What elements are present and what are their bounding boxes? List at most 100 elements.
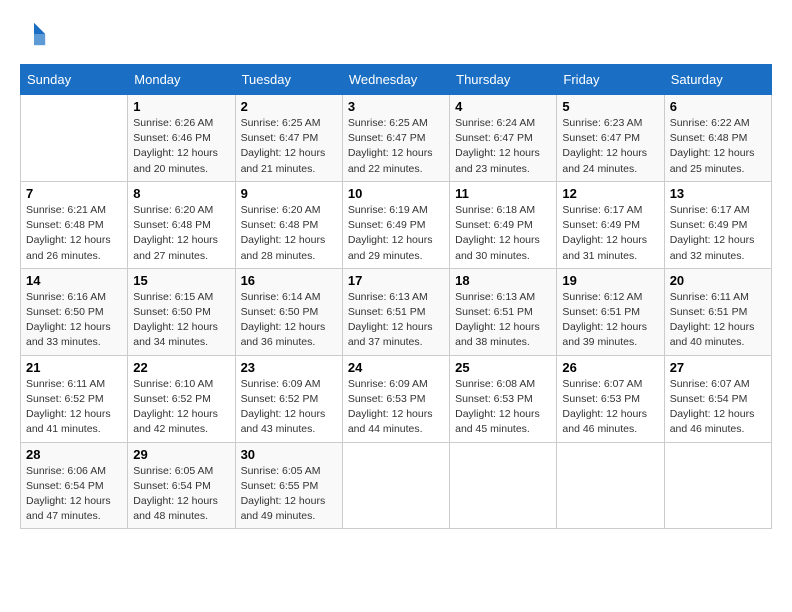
day-number: 30 bbox=[241, 447, 337, 462]
calendar-cell: 13 Sunrise: 6:17 AMSunset: 6:49 PMDayligh… bbox=[664, 181, 771, 268]
week-row-3: 14 Sunrise: 6:16 AMSunset: 6:50 PMDayligh… bbox=[21, 268, 772, 355]
day-info: Sunrise: 6:16 AMSunset: 6:50 PMDaylight:… bbox=[26, 290, 122, 351]
calendar-cell: 3 Sunrise: 6:25 AMSunset: 6:47 PMDaylight… bbox=[342, 95, 449, 182]
day-info: Sunrise: 6:11 AMSunset: 6:51 PMDaylight:… bbox=[670, 290, 766, 351]
calendar-cell: 26Sunrise: 6:07 AMSunset: 6:53 PMDayligh… bbox=[557, 355, 664, 442]
day-info: Sunrise: 6:25 AMSunset: 6:47 PMDaylight:… bbox=[241, 116, 337, 177]
day-info: Sunrise: 6:22 AMSunset: 6:48 PMDaylight:… bbox=[670, 116, 766, 177]
calendar-cell: 15 Sunrise: 6:15 AMSunset: 6:50 PMDayligh… bbox=[128, 268, 235, 355]
day-info: Sunrise: 6:25 AMSunset: 6:47 PMDaylight:… bbox=[348, 116, 444, 177]
calendar-cell: 12Sunrise: 6:17 AMSunset: 6:49 PMDayligh… bbox=[557, 181, 664, 268]
day-number: 10 bbox=[348, 186, 444, 201]
column-header-friday: Friday bbox=[557, 65, 664, 95]
calendar-cell bbox=[664, 442, 771, 529]
day-number: 4 bbox=[455, 99, 551, 114]
calendar-cell: 17 Sunrise: 6:13 AMSunset: 6:51 PMDayligh… bbox=[342, 268, 449, 355]
day-info: Sunrise: 6:07 AMSunset: 6:53 PMDaylight:… bbox=[562, 377, 658, 438]
week-row-4: 21 Sunrise: 6:11 AMSunset: 6:52 PMDayligh… bbox=[21, 355, 772, 442]
header-row: SundayMondayTuesdayWednesdayThursdayFrid… bbox=[21, 65, 772, 95]
day-number: 16 bbox=[241, 273, 337, 288]
day-info: Sunrise: 6:17 AMSunset: 6:49 PMDaylight:… bbox=[562, 203, 658, 264]
day-info: Sunrise: 6:17 AMSunset: 6:49 PMDaylight:… bbox=[670, 203, 766, 264]
calendar-cell: 4 Sunrise: 6:24 AMSunset: 6:47 PMDaylight… bbox=[450, 95, 557, 182]
calendar-cell bbox=[557, 442, 664, 529]
column-header-monday: Monday bbox=[128, 65, 235, 95]
day-number: 14 bbox=[26, 273, 122, 288]
logo-icon bbox=[20, 20, 48, 48]
day-number: 17 bbox=[348, 273, 444, 288]
day-info: Sunrise: 6:09 AMSunset: 6:53 PMDaylight:… bbox=[348, 377, 444, 438]
day-number: 28 bbox=[26, 447, 122, 462]
day-number: 21 bbox=[26, 360, 122, 375]
day-info: Sunrise: 6:20 AMSunset: 6:48 PMDaylight:… bbox=[241, 203, 337, 264]
calendar-cell: 23 Sunrise: 6:09 AMSunset: 6:52 PMDayligh… bbox=[235, 355, 342, 442]
day-number: 13 bbox=[670, 186, 766, 201]
calendar-cell: 1 Sunrise: 6:26 AMSunset: 6:46 PMDaylight… bbox=[128, 95, 235, 182]
calendar-cell: 11 Sunrise: 6:18 AMSunset: 6:49 PMDayligh… bbox=[450, 181, 557, 268]
day-info: Sunrise: 6:09 AMSunset: 6:52 PMDaylight:… bbox=[241, 377, 337, 438]
calendar-cell: 14 Sunrise: 6:16 AMSunset: 6:50 PMDayligh… bbox=[21, 268, 128, 355]
day-info: Sunrise: 6:13 AMSunset: 6:51 PMDaylight:… bbox=[348, 290, 444, 351]
calendar-cell bbox=[21, 95, 128, 182]
calendar-cell: 6 Sunrise: 6:22 AMSunset: 6:48 PMDaylight… bbox=[664, 95, 771, 182]
calendar-cell: 20 Sunrise: 6:11 AMSunset: 6:51 PMDayligh… bbox=[664, 268, 771, 355]
day-number: 20 bbox=[670, 273, 766, 288]
calendar-table: SundayMondayTuesdayWednesdayThursdayFrid… bbox=[20, 64, 772, 529]
day-number: 23 bbox=[241, 360, 337, 375]
day-info: Sunrise: 6:05 AMSunset: 6:55 PMDaylight:… bbox=[241, 464, 337, 525]
week-row-1: 1 Sunrise: 6:26 AMSunset: 6:46 PMDaylight… bbox=[21, 95, 772, 182]
calendar-cell: 24Sunrise: 6:09 AMSunset: 6:53 PMDayligh… bbox=[342, 355, 449, 442]
logo bbox=[20, 20, 52, 48]
calendar-cell: 10 Sunrise: 6:19 AMSunset: 6:49 PMDayligh… bbox=[342, 181, 449, 268]
page-header bbox=[20, 20, 772, 48]
day-info: Sunrise: 6:13 AMSunset: 6:51 PMDaylight:… bbox=[455, 290, 551, 351]
week-row-5: 28 Sunrise: 6:06 AMSunset: 6:54 PMDayligh… bbox=[21, 442, 772, 529]
day-number: 29 bbox=[133, 447, 229, 462]
day-info: Sunrise: 6:11 AMSunset: 6:52 PMDaylight:… bbox=[26, 377, 122, 438]
calendar-cell bbox=[450, 442, 557, 529]
day-number: 6 bbox=[670, 99, 766, 114]
calendar-cell: 29Sunrise: 6:05 AMSunset: 6:54 PMDayligh… bbox=[128, 442, 235, 529]
day-info: Sunrise: 6:15 AMSunset: 6:50 PMDaylight:… bbox=[133, 290, 229, 351]
day-number: 3 bbox=[348, 99, 444, 114]
day-info: Sunrise: 6:26 AMSunset: 6:46 PMDaylight:… bbox=[133, 116, 229, 177]
day-number: 15 bbox=[133, 273, 229, 288]
day-number: 25 bbox=[455, 360, 551, 375]
calendar-cell: 28 Sunrise: 6:06 AMSunset: 6:54 PMDayligh… bbox=[21, 442, 128, 529]
day-info: Sunrise: 6:19 AMSunset: 6:49 PMDaylight:… bbox=[348, 203, 444, 264]
day-number: 22 bbox=[133, 360, 229, 375]
calendar-cell: 5Sunrise: 6:23 AMSunset: 6:47 PMDaylight… bbox=[557, 95, 664, 182]
day-info: Sunrise: 6:24 AMSunset: 6:47 PMDaylight:… bbox=[455, 116, 551, 177]
day-number: 5 bbox=[562, 99, 658, 114]
week-row-2: 7 Sunrise: 6:21 AMSunset: 6:48 PMDaylight… bbox=[21, 181, 772, 268]
calendar-cell: 8 Sunrise: 6:20 AMSunset: 6:48 PMDaylight… bbox=[128, 181, 235, 268]
column-header-thursday: Thursday bbox=[450, 65, 557, 95]
day-info: Sunrise: 6:21 AMSunset: 6:48 PMDaylight:… bbox=[26, 203, 122, 264]
day-info: Sunrise: 6:06 AMSunset: 6:54 PMDaylight:… bbox=[26, 464, 122, 525]
calendar-cell: 30 Sunrise: 6:05 AMSunset: 6:55 PMDayligh… bbox=[235, 442, 342, 529]
column-header-tuesday: Tuesday bbox=[235, 65, 342, 95]
day-number: 19 bbox=[562, 273, 658, 288]
calendar-body: 1 Sunrise: 6:26 AMSunset: 6:46 PMDaylight… bbox=[21, 95, 772, 529]
calendar-cell: 2 Sunrise: 6:25 AMSunset: 6:47 PMDaylight… bbox=[235, 95, 342, 182]
day-info: Sunrise: 6:14 AMSunset: 6:50 PMDaylight:… bbox=[241, 290, 337, 351]
calendar-cell: 22 Sunrise: 6:10 AMSunset: 6:52 PMDayligh… bbox=[128, 355, 235, 442]
day-number: 7 bbox=[26, 186, 122, 201]
day-number: 18 bbox=[455, 273, 551, 288]
day-info: Sunrise: 6:07 AMSunset: 6:54 PMDaylight:… bbox=[670, 377, 766, 438]
day-info: Sunrise: 6:10 AMSunset: 6:52 PMDaylight:… bbox=[133, 377, 229, 438]
day-info: Sunrise: 6:12 AMSunset: 6:51 PMDaylight:… bbox=[562, 290, 658, 351]
day-info: Sunrise: 6:20 AMSunset: 6:48 PMDaylight:… bbox=[133, 203, 229, 264]
day-number: 27 bbox=[670, 360, 766, 375]
column-header-saturday: Saturday bbox=[664, 65, 771, 95]
day-number: 11 bbox=[455, 186, 551, 201]
calendar-cell: 25Sunrise: 6:08 AMSunset: 6:53 PMDayligh… bbox=[450, 355, 557, 442]
day-info: Sunrise: 6:18 AMSunset: 6:49 PMDaylight:… bbox=[455, 203, 551, 264]
calendar-cell: 21 Sunrise: 6:11 AMSunset: 6:52 PMDayligh… bbox=[21, 355, 128, 442]
day-number: 8 bbox=[133, 186, 229, 201]
calendar-cell: 27 Sunrise: 6:07 AMSunset: 6:54 PMDayligh… bbox=[664, 355, 771, 442]
column-header-sunday: Sunday bbox=[21, 65, 128, 95]
calendar-header: SundayMondayTuesdayWednesdayThursdayFrid… bbox=[21, 65, 772, 95]
day-number: 2 bbox=[241, 99, 337, 114]
day-number: 1 bbox=[133, 99, 229, 114]
